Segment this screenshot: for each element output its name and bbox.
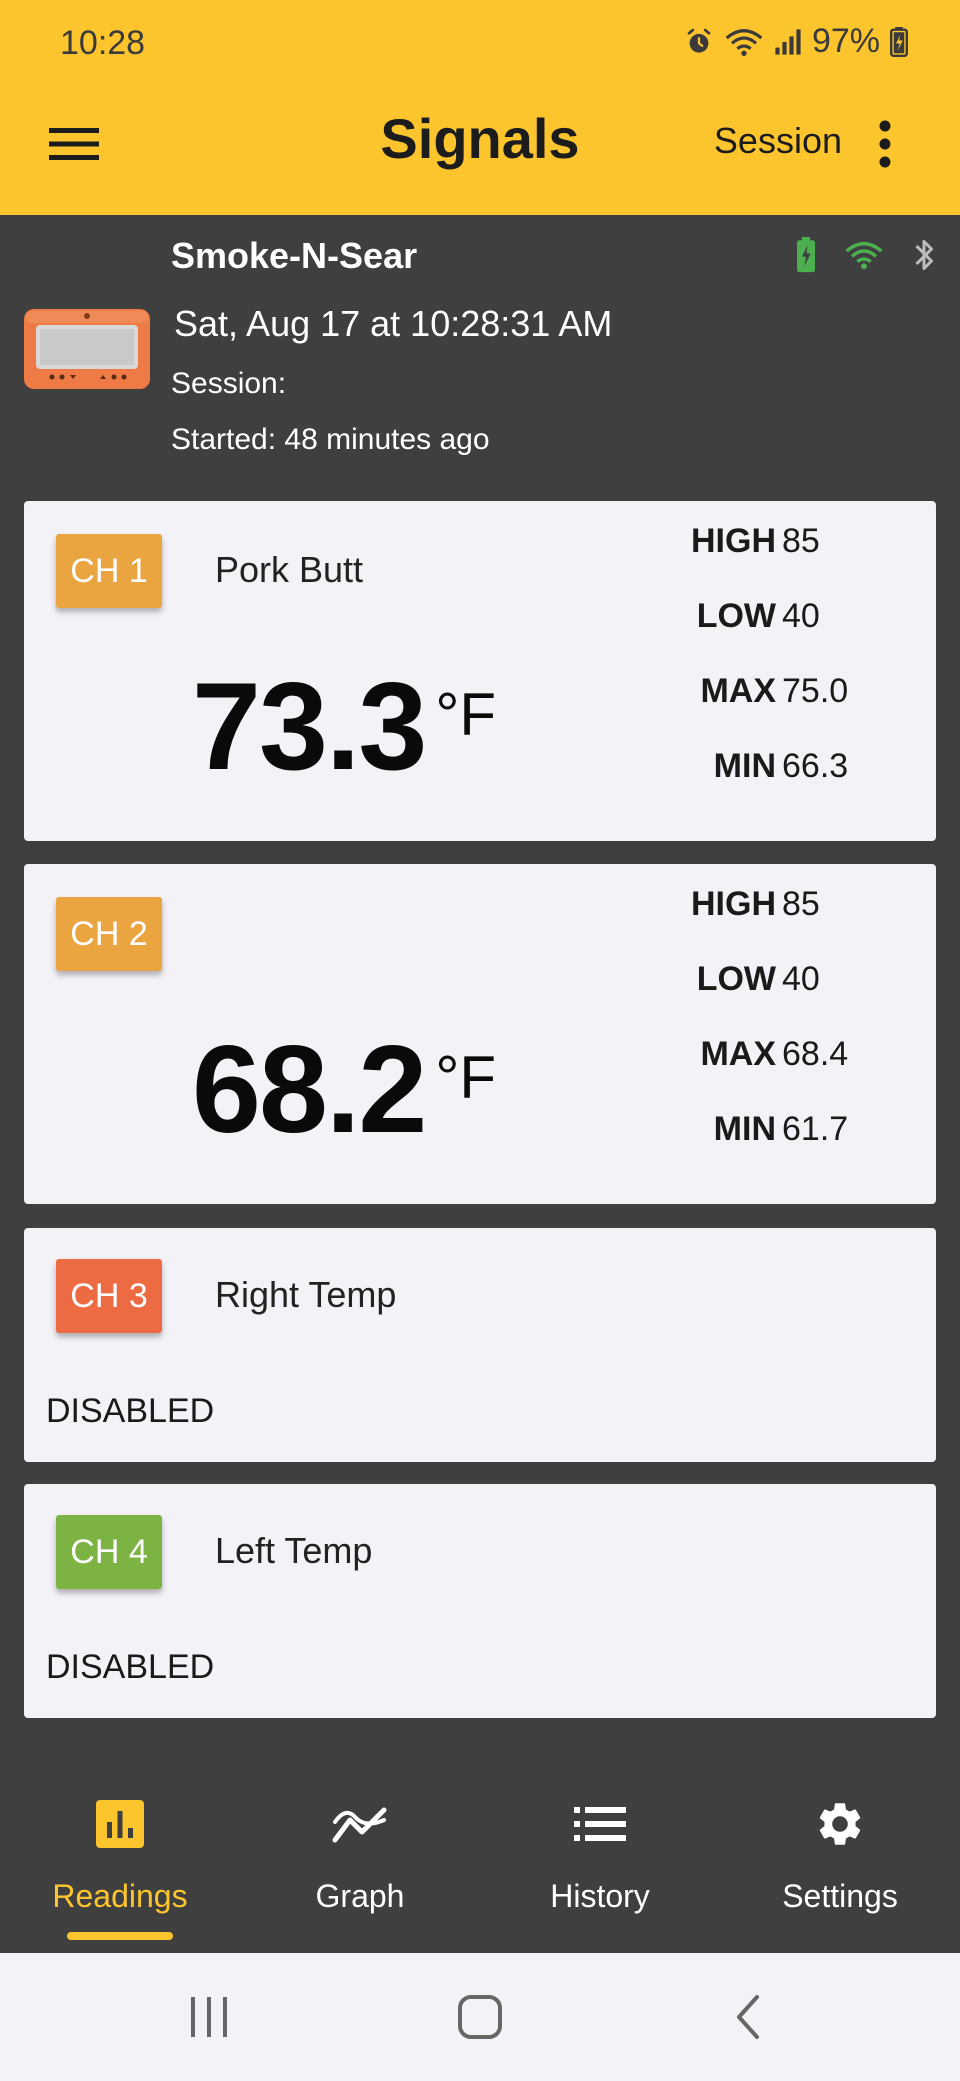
device-name: Smoke-N-Sear [171,235,418,276]
nav-history[interactable]: History [480,1748,720,1953]
more-vert-icon[interactable] [860,114,910,174]
channel-status: DISABLED [46,1648,215,1686]
nav-settings[interactable]: Settings [720,1748,960,1953]
channel-name: Pork Butt [215,549,364,590]
device-datetime: Sat, Aug 17 at 10:28:31 AM [174,303,613,344]
stat-label: MAX [700,1035,776,1073]
temperature-value: 68.2 [192,1021,427,1159]
stat-value: 85 [782,885,820,923]
stat-high: HIGH 85 [646,885,906,960]
bottom-navigation: Readings Graph History Settings [0,1748,960,1953]
system-navigation-bar [0,1953,960,2081]
device-image [24,305,150,389]
channel-badge: CH 3 [56,1259,162,1333]
alarm-icon [684,27,714,57]
list-icon [480,1792,720,1856]
temperature-display: 73.3 °F [192,656,496,798]
session-button[interactable]: Session [714,120,842,162]
stat-label: MIN [713,747,776,785]
top-bar: 10:28 97% Signals Session [0,0,960,215]
nav-readings[interactable]: Readings [0,1748,240,1953]
stat-value: 40 [782,960,820,998]
stat-low: LOW 40 [646,597,906,672]
device-status-icons [796,237,936,278]
nav-label: Graph [315,1878,405,1914]
stat-label: LOW [696,597,776,635]
status-bar: 10:28 97% [0,0,960,86]
channel-status: DISABLED [46,1392,215,1430]
channel-stats: HIGH 85 LOW 40 MAX 68.4 MIN 61.7 [646,885,906,1185]
stat-value: 61.7 [782,1110,849,1148]
bluetooth-icon [912,237,936,278]
battery-percent: 97% [811,22,880,60]
stat-high: HIGH 85 [646,522,906,597]
channel-card-1[interactable]: CH 1 Pork Butt 73.3 °F HIGH 85 LOW 40 MAX… [24,501,936,841]
channel-card-4[interactable]: CH 4 Left Temp DISABLED [24,1484,936,1718]
temperature-unit: °F [435,681,496,748]
stat-max: MAX 68.4 [646,1035,906,1110]
channel-name: Right Temp [215,1274,397,1315]
stat-value: 75.0 [782,672,849,710]
signal-icon [774,28,802,56]
channel-stats: HIGH 85 LOW 40 MAX 75.0 MIN 66.3 [646,522,906,822]
active-indicator [67,1932,173,1940]
stat-label: MIN [713,1110,776,1148]
channel-card-3[interactable]: CH 3 Right Temp DISABLED [24,1228,936,1462]
channel-card-2[interactable]: CH 2 68.2 °F HIGH 85 LOW 40 MAX 68.4 MIN … [24,864,936,1204]
nav-label: Readings [52,1878,188,1914]
status-icons: 97% [684,22,908,61]
stat-max: MAX 75.0 [646,672,906,747]
temperature-unit: °F [435,1044,496,1111]
trend-icon [240,1792,480,1856]
home-icon[interactable] [452,1989,508,2045]
nav-label: Settings [782,1878,898,1914]
wifi-icon [844,240,884,275]
nav-graph[interactable]: Graph [240,1748,480,1953]
channel-name: Left Temp [215,1530,373,1571]
battery-icon [890,26,908,57]
device-header: Smoke-N-Sear Sat, Aug 17 at 10:28:31 AM … [0,215,960,500]
stat-value: 68.4 [782,1035,849,1073]
nav-label: History [550,1878,650,1914]
stat-label: LOW [696,960,776,998]
stat-value: 85 [782,522,820,560]
stat-label: HIGH [691,522,776,560]
stat-value: 66.3 [782,747,849,785]
stat-min: MIN 66.3 [646,747,906,822]
channel-badge: CH 2 [56,897,162,971]
back-icon[interactable] [728,1989,768,2045]
wifi-icon [724,27,764,57]
temperature-display: 68.2 °F [192,1019,496,1161]
device-session: Session: [171,367,287,400]
stat-min: MIN 61.7 [646,1110,906,1185]
channel-badge: CH 1 [56,534,162,608]
stat-low: LOW 40 [646,960,906,1035]
stat-value: 40 [782,597,820,635]
stat-label: HIGH [691,885,776,923]
temperature-value: 73.3 [192,658,427,796]
channel-badge: CH 4 [56,1515,162,1589]
app-bar: Signals Session [0,86,960,215]
recent-apps-icon[interactable] [185,1989,233,2045]
status-time: 10:28 [60,24,146,62]
stat-label: MAX [700,672,776,710]
device-started: Started: 48 minutes ago [171,423,490,456]
gear-icon [720,1792,960,1856]
battery-charging-icon [796,237,816,278]
bar-chart-icon [0,1792,240,1856]
